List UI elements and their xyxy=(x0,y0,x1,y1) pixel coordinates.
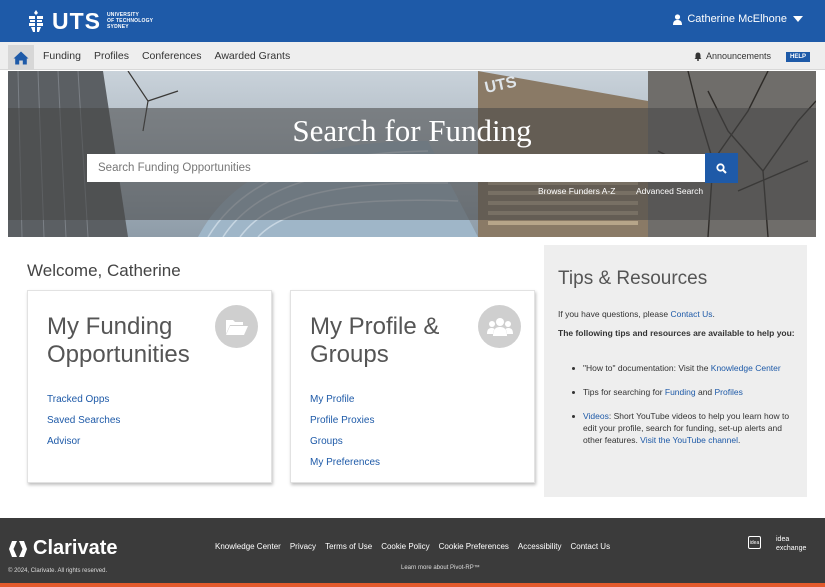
nav-item-funding[interactable]: Funding xyxy=(43,50,81,62)
user-name: Catherine McElhone xyxy=(687,13,787,25)
funding-opportunities-card: My Funding Opportunities Tracked Opps Sa… xyxy=(27,290,272,483)
pivot-rp-link[interactable]: Learn more about Pivot-RP™ xyxy=(401,565,480,571)
logo-sub-line: SYDNEY xyxy=(107,24,129,30)
announcements-link[interactable]: Announcements xyxy=(694,51,771,61)
footer-link-terms[interactable]: Terms of Use xyxy=(325,542,372,551)
idea-exchange-label: idea exchange xyxy=(776,535,806,553)
card-title: My Funding Opportunities xyxy=(47,313,190,368)
idea-label-line: exchange xyxy=(776,545,807,552)
idea-exchange-icon: idea xyxy=(748,536,761,549)
footer-link-privacy[interactable]: Privacy xyxy=(290,542,316,551)
nav-menu: Funding Profiles Conferences Awarded Gra… xyxy=(43,42,303,70)
idea-exchange-link[interactable]: idea idea exchange xyxy=(748,535,806,553)
nav-item-awarded-grants[interactable]: Awarded Grants xyxy=(215,50,291,62)
browse-funders-link[interactable]: Browse Funders A-Z xyxy=(538,186,615,196)
clarivate-icon xyxy=(9,540,27,557)
user-icon xyxy=(673,13,683,25)
nav-item-profiles[interactable]: Profiles xyxy=(94,50,129,62)
list-item: Videos: Short YouTube videos to help you… xyxy=(568,410,798,446)
chevron-down-icon xyxy=(793,16,803,22)
announcements-label: Announcements xyxy=(705,51,771,61)
uts-logo[interactable]: UTS UNIVERSITY OF TECHNOLOGY SYDNEY xyxy=(26,8,153,34)
help-button[interactable]: HELP xyxy=(785,52,810,62)
contact-us-link[interactable]: Contact Us xyxy=(670,309,712,319)
tracked-opps-link[interactable]: Tracked Opps xyxy=(47,389,120,410)
nav-bar: Funding Profiles Conferences Awarded Gra… xyxy=(0,42,825,70)
advanced-search-link[interactable]: Advanced Search xyxy=(636,186,703,196)
search-icon xyxy=(716,162,727,174)
tips-bold-line: The following tips and resources are ava… xyxy=(558,328,795,338)
funding-tips-link[interactable]: Funding xyxy=(665,387,696,397)
card-links: Tracked Opps Saved Searches Advisor xyxy=(47,389,120,452)
videos-link[interactable]: Videos xyxy=(583,411,609,421)
tips-intro-text: If you have questions, please xyxy=(558,309,671,319)
hero-banner: UTS Search for Funding Browse Funders A-… xyxy=(8,71,816,237)
saved-searches-link[interactable]: Saved Searches xyxy=(47,410,120,431)
footer: Clarivate © 2024, Clarivate. All rights … xyxy=(0,518,825,583)
nav-item-conferences[interactable]: Conferences xyxy=(142,50,202,62)
youtube-channel-link[interactable]: Visit the YouTube channel xyxy=(640,435,738,445)
welcome-heading: Welcome, Catherine xyxy=(27,261,181,280)
footer-link-cookie-policy[interactable]: Cookie Policy xyxy=(381,542,429,551)
copyright: © 2024, Clarivate. All rights reserved. xyxy=(8,568,108,574)
profile-proxies-link[interactable]: Profile Proxies xyxy=(310,410,380,431)
tip-text: . xyxy=(738,435,741,445)
logo-subtitle: UNIVERSITY OF TECHNOLOGY SYDNEY xyxy=(107,12,153,30)
tips-intro-suffix: . xyxy=(712,309,715,319)
footer-link-contact-us[interactable]: Contact Us xyxy=(571,542,611,551)
user-menu[interactable]: Catherine McElhone xyxy=(673,13,803,25)
crest-icon xyxy=(29,10,43,32)
folder-open-icon xyxy=(215,305,258,348)
card-links: My Profile Profile Proxies Groups My Pre… xyxy=(310,389,380,473)
footer-link-accessibility[interactable]: Accessibility xyxy=(518,542,562,551)
tips-title: Tips & Resources xyxy=(558,268,708,289)
home-button[interactable] xyxy=(8,45,34,70)
profiles-tips-link[interactable]: Profiles xyxy=(715,387,743,397)
top-bar: UTS UNIVERSITY OF TECHNOLOGY SYDNEY Cath… xyxy=(0,0,825,42)
funding-search-input[interactable] xyxy=(87,154,705,182)
tip-text: Tips for searching for xyxy=(583,387,665,397)
footer-links: Knowledge Center Privacy Terms of Use Co… xyxy=(215,542,619,551)
users-icon xyxy=(478,305,521,348)
profile-groups-card: My Profile & Groups My Profile Profile P… xyxy=(290,290,535,483)
bell-icon xyxy=(694,52,702,61)
clarivate-brand: Clarivate xyxy=(33,537,118,559)
footer-link-knowledge-center[interactable]: Knowledge Center xyxy=(215,542,281,551)
list-item: "How to" documentation: Visit the Knowle… xyxy=(568,362,798,374)
home-icon xyxy=(13,51,29,64)
logo-text: UTS xyxy=(52,7,101,34)
groups-link[interactable]: Groups xyxy=(310,431,380,452)
knowledge-center-link[interactable]: Knowledge Center xyxy=(711,363,781,373)
footer-accent-bar xyxy=(0,583,825,587)
my-preferences-link[interactable]: My Preferences xyxy=(310,452,380,473)
tip-text: "How to" documentation: Visit the xyxy=(583,363,711,373)
tips-list: "How to" documentation: Visit the Knowle… xyxy=(568,362,798,458)
tips-resources-panel: Tips & Resources If you have questions, … xyxy=(544,245,807,497)
idea-label-line: idea xyxy=(776,536,790,543)
my-profile-link[interactable]: My Profile xyxy=(310,389,380,410)
tips-intro: If you have questions, please Contact Us… xyxy=(558,309,715,319)
hero-title: Search for Funding xyxy=(292,113,532,148)
tip-text: and xyxy=(695,387,715,397)
card-title: My Profile & Groups xyxy=(310,313,440,368)
footer-link-cookie-preferences[interactable]: Cookie Preferences xyxy=(439,542,509,551)
clarivate-logo[interactable]: Clarivate xyxy=(9,537,118,560)
search-button[interactable] xyxy=(705,153,738,183)
advisor-link[interactable]: Advisor xyxy=(47,431,120,452)
list-item: Tips for searching for Funding and Profi… xyxy=(568,386,798,398)
